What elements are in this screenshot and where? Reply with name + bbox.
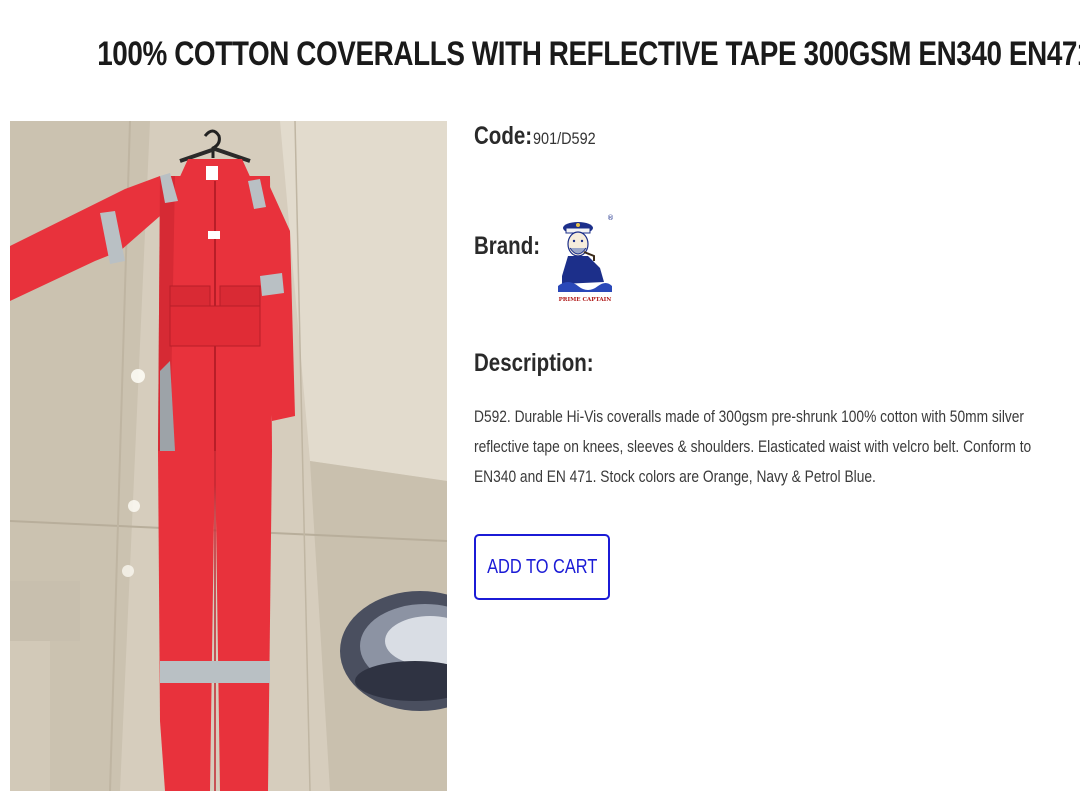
add-to-cart-label: ADD TO CART bbox=[486, 555, 598, 578]
prime-captain-logo[interactable]: ® PRIME CAPTAIN bbox=[554, 206, 616, 306]
description-heading: Description: bbox=[474, 349, 620, 378]
code-value: 901/D592 bbox=[533, 129, 596, 148]
product-page: 100% COTTON COVERALLS WITH REFLECTIVE TA… bbox=[0, 0, 1080, 800]
brand-label: Brand: bbox=[474, 232, 541, 260]
code-label: Code: bbox=[474, 122, 533, 150]
svg-text:®: ® bbox=[607, 214, 614, 222]
add-to-cart-button[interactable]: ADD TO CART bbox=[474, 534, 610, 600]
product-image[interactable] bbox=[10, 121, 447, 791]
product-code-row: Code: 901/D592 bbox=[474, 122, 607, 151]
brand-logo-text: PRIME CAPTAIN bbox=[559, 297, 612, 303]
description-heading-text: Description: bbox=[474, 349, 594, 377]
product-title: 100% COTTON COVERALLS WITH REFLECTIVE TA… bbox=[97, 34, 1080, 73]
product-description: D592. Durable Hi-Vis coveralls made of 3… bbox=[474, 407, 1032, 486]
